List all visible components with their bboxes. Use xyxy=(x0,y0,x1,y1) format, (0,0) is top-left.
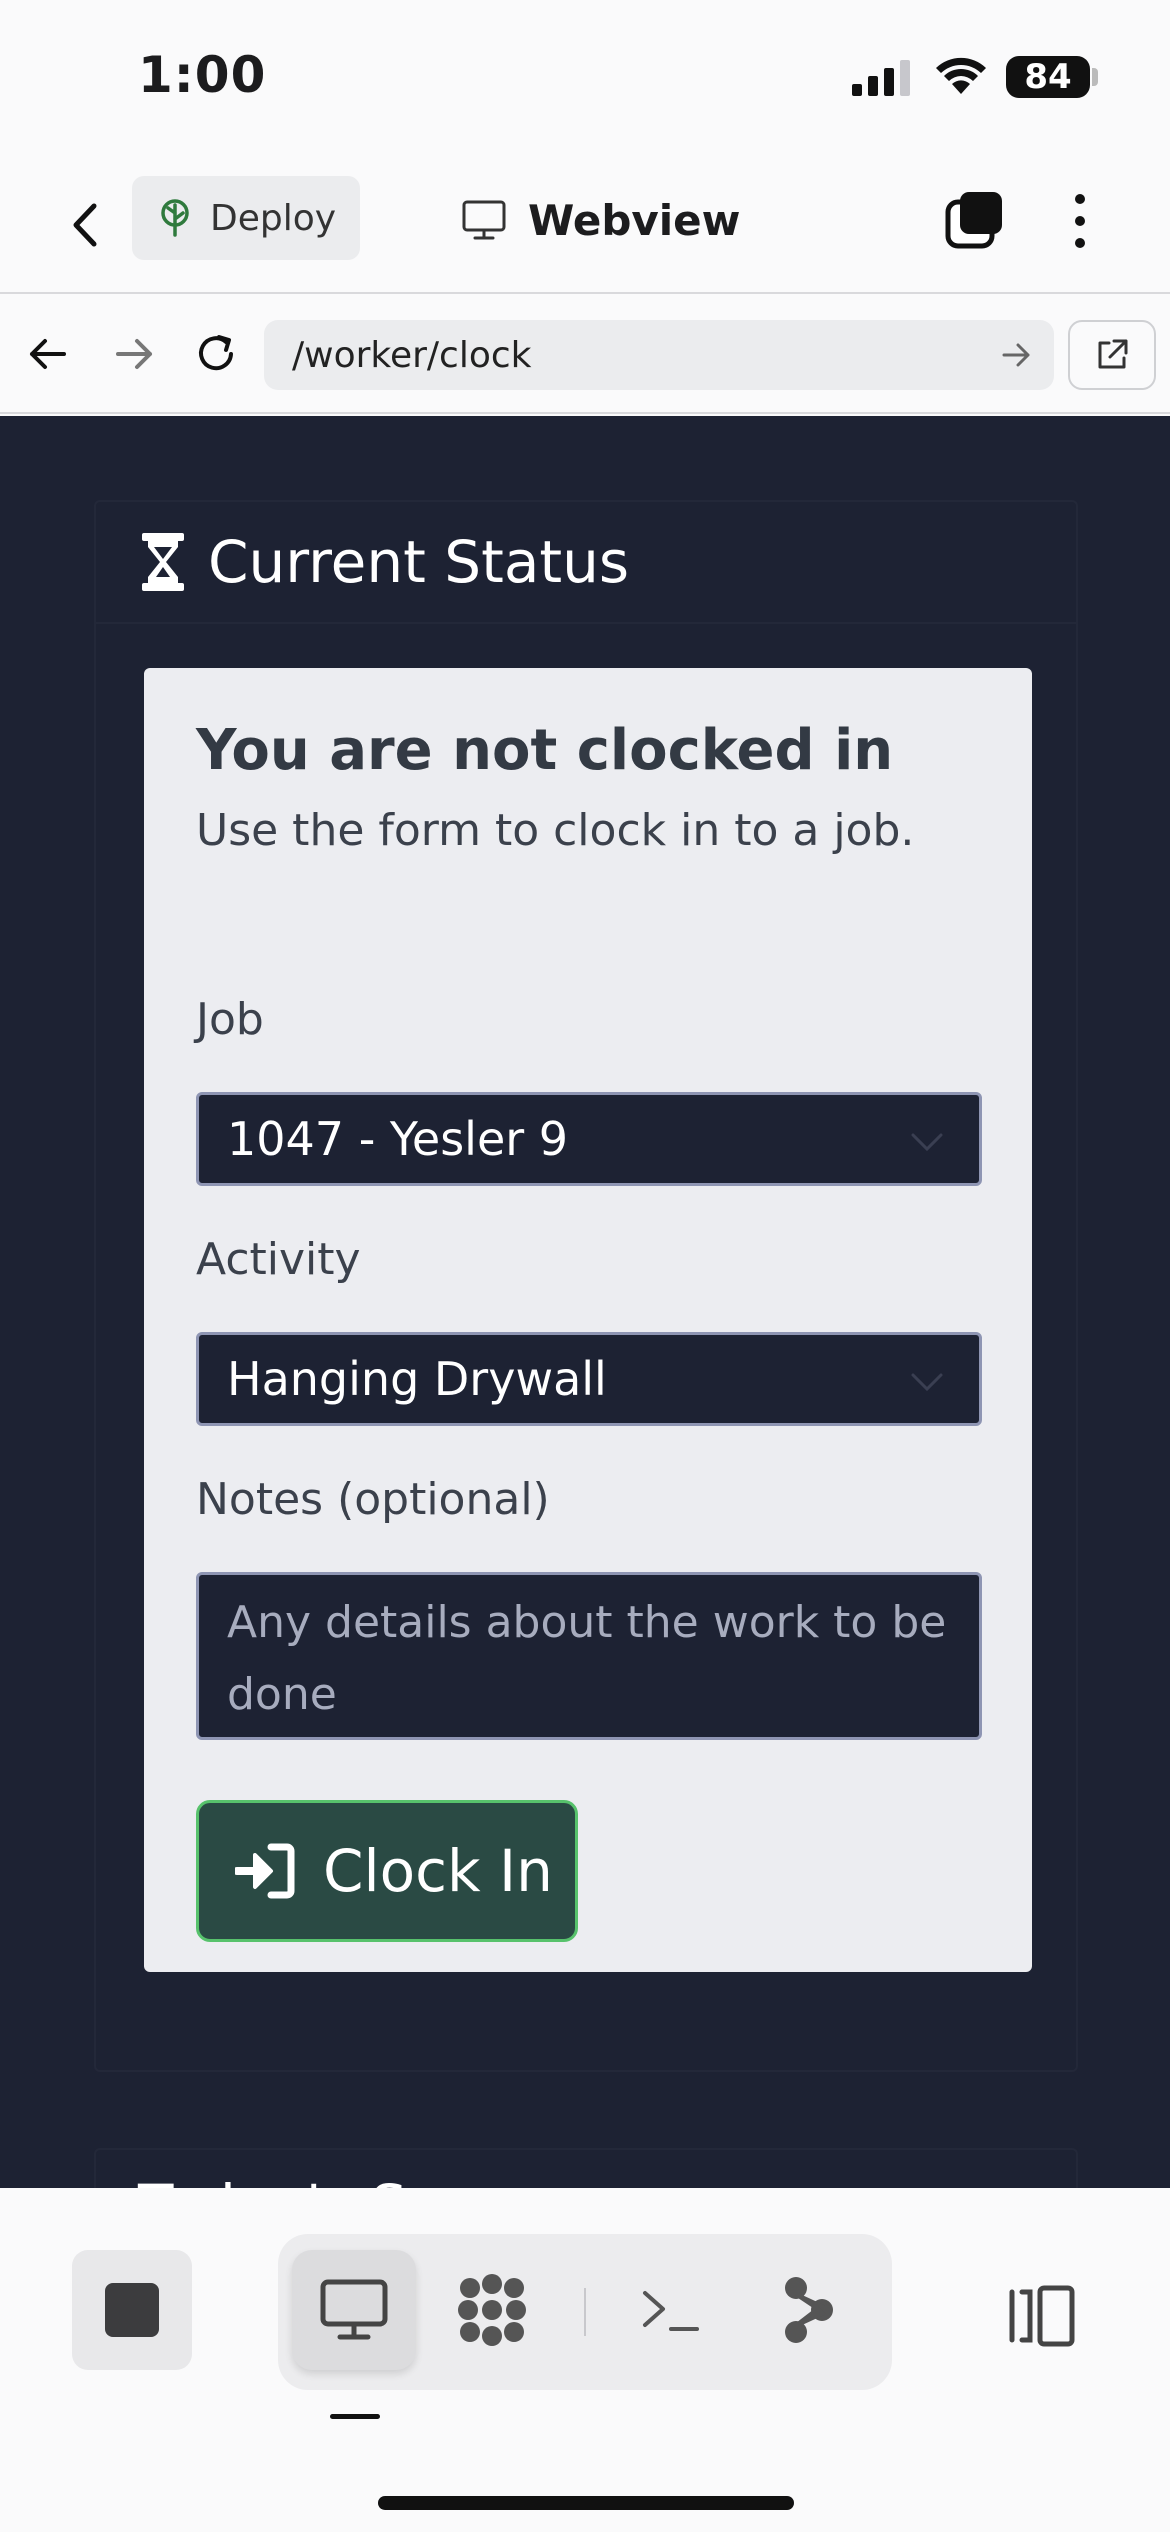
current-status-panel: Current Status You are not clocked in Us… xyxy=(94,500,1078,2072)
status-bar: 1:00 84 xyxy=(0,0,1170,160)
external-link-icon xyxy=(1098,339,1128,369)
status-time: 1:00 xyxy=(138,46,267,104)
browser-back-button[interactable] xyxy=(24,330,72,378)
notes-label: Notes (optional) xyxy=(196,1474,550,1525)
browser-forward-button[interactable] xyxy=(110,330,158,378)
card-subtitle: Use the form to clock in to a job. xyxy=(196,805,915,856)
terminal-tab[interactable] xyxy=(608,2250,732,2370)
monitor-icon xyxy=(462,200,506,240)
notes-textarea[interactable]: Any details about the work to be done xyxy=(196,1572,982,1740)
panel-header: Current Status xyxy=(96,502,1076,624)
bottom-toolbar xyxy=(0,2188,1170,2532)
tabs-icon[interactable] xyxy=(944,190,1006,252)
cellular-signal-icon xyxy=(852,60,910,96)
monitor-icon xyxy=(320,2279,388,2340)
card-title: You are not clocked in xyxy=(196,718,894,783)
webview-tab[interactable] xyxy=(292,2250,416,2370)
grid-dots-icon xyxy=(458,2274,526,2346)
terminal-icon xyxy=(643,2291,699,2331)
home-indicator xyxy=(378,2496,794,2510)
clock-in-button[interactable]: Clock In xyxy=(196,1800,578,1942)
battery-tip xyxy=(1092,68,1098,86)
web-content: Current Status You are not clocked in Us… xyxy=(0,416,1170,2188)
active-tab-indicator xyxy=(330,2414,380,2419)
webview-title-text: Webview xyxy=(528,195,741,245)
back-button[interactable] xyxy=(60,190,110,260)
webview-title: Webview xyxy=(462,188,740,252)
sign-in-icon xyxy=(235,1843,295,1899)
open-external-button[interactable] xyxy=(1068,320,1156,390)
clock-in-label: Clock In xyxy=(323,1837,553,1905)
next-panel-partial: Today's S... xyxy=(94,2148,1078,2188)
view-switcher xyxy=(278,2234,892,2390)
branch-tab[interactable] xyxy=(748,2250,872,2370)
reload-button[interactable] xyxy=(192,330,240,378)
activity-select-value: Hanging Drywall xyxy=(227,1352,607,1406)
more-options-icon[interactable] xyxy=(1064,186,1096,256)
chevron-down-icon xyxy=(911,1373,943,1392)
stop-icon xyxy=(105,2283,159,2337)
next-panel-title: Today's S... xyxy=(138,2172,462,2188)
arrow-right-icon xyxy=(116,339,152,369)
job-select-value: 1047 - Yesler 9 xyxy=(227,1112,569,1166)
chevron-down-icon xyxy=(911,1133,943,1152)
stop-button[interactable] xyxy=(72,2250,192,2370)
app-header: Deploy Webview xyxy=(0,160,1170,294)
clock-status-card: You are not clocked in Use the form to c… xyxy=(144,668,1032,1972)
chevron-left-icon xyxy=(73,203,97,247)
reload-icon xyxy=(199,335,233,371)
hourglass-icon xyxy=(142,533,184,591)
deploy-button[interactable]: Deploy xyxy=(132,176,360,260)
url-text: /worker/clock xyxy=(292,334,532,376)
job-label: Job xyxy=(196,994,264,1045)
wifi-icon xyxy=(936,57,986,94)
activity-select[interactable]: Hanging Drywall xyxy=(196,1332,982,1426)
browser-bar: /worker/clock xyxy=(0,296,1170,414)
tree-icon xyxy=(161,199,189,237)
job-select[interactable]: 1047 - Yesler 9 xyxy=(196,1092,982,1186)
activity-label: Activity xyxy=(196,1234,361,1285)
battery-icon: 84 xyxy=(1006,56,1090,98)
arrow-left-icon xyxy=(30,339,66,369)
go-arrow-icon[interactable] xyxy=(1000,338,1034,372)
segment-divider xyxy=(584,2288,586,2336)
git-branch-icon xyxy=(785,2277,833,2343)
url-bar[interactable]: /worker/clock xyxy=(264,320,1054,390)
grid-tab[interactable] xyxy=(430,2250,554,2370)
deploy-label: Deploy xyxy=(210,197,337,239)
panel-title: Current Status xyxy=(208,528,630,596)
split-view-icon[interactable] xyxy=(1000,2284,1076,2348)
